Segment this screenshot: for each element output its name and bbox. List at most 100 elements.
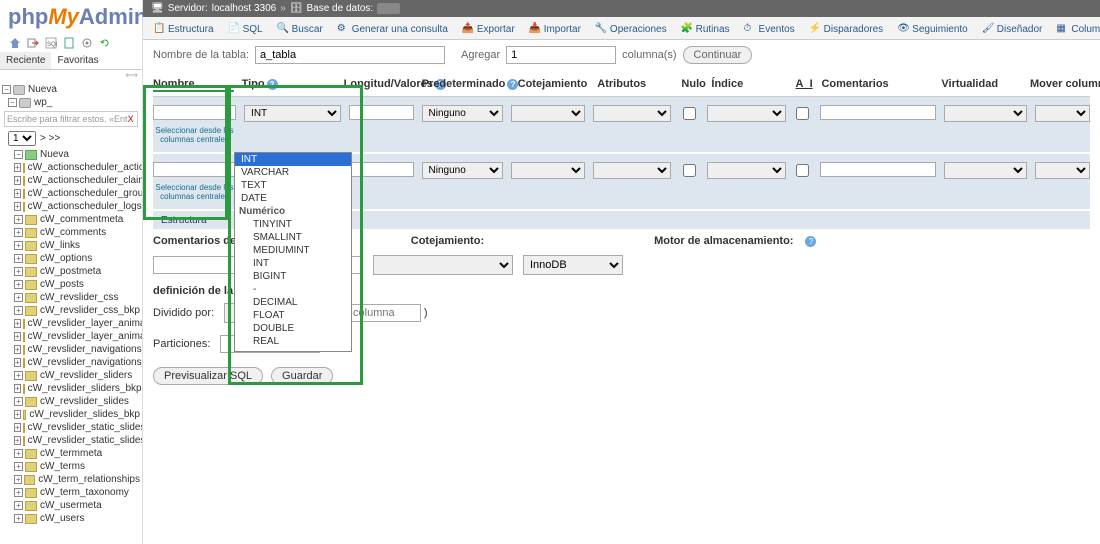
add-columns-input[interactable] bbox=[506, 46, 616, 64]
type-option[interactable]: DECIMAL bbox=[235, 296, 351, 309]
type-option[interactable]: - bbox=[235, 283, 351, 296]
type-option[interactable]: REAL bbox=[235, 335, 351, 348]
type-option[interactable]: BIGINT bbox=[235, 270, 351, 283]
tab-seguimiento[interactable]: 👁Seguimiento bbox=[891, 19, 974, 39]
preview-sql-button[interactable]: Previsualizar SQL bbox=[153, 367, 263, 385]
col-move-select[interactable] bbox=[1035, 105, 1090, 122]
tab-eventos[interactable]: ⏱Eventos bbox=[738, 19, 801, 39]
tree-db[interactable]: −wp_ bbox=[0, 96, 142, 109]
tree-table[interactable]: +cW_actionscheduler_action bbox=[0, 161, 142, 174]
refresh-icon[interactable] bbox=[98, 36, 112, 50]
tree-table[interactable]: +cW_term_relationships bbox=[0, 473, 142, 486]
tab-sql[interactable]: 📄SQL bbox=[222, 19, 269, 39]
type-option[interactable]: DATE bbox=[235, 192, 351, 205]
tab-columnas-centrales[interactable]: ▦Columnas centrales bbox=[1050, 19, 1100, 39]
col-virtual-select[interactable] bbox=[944, 105, 1027, 122]
tree-table[interactable]: +cW_revslider_slides_bkp bbox=[0, 408, 142, 421]
col-attr-select[interactable] bbox=[593, 162, 671, 179]
tree-new-table[interactable]: −Nueva bbox=[0, 148, 142, 161]
tree-table[interactable]: +cW_revslider_navigations bbox=[0, 343, 142, 356]
table-name-input[interactable] bbox=[255, 46, 445, 64]
tree-table[interactable]: +cW_revslider_static_slides bbox=[0, 434, 142, 447]
home-icon[interactable] bbox=[8, 36, 22, 50]
tree-table[interactable]: +cW_revslider_sliders bbox=[0, 369, 142, 382]
tab-operaciones[interactable]: 🔧Operaciones bbox=[589, 19, 673, 39]
type-option[interactable]: INT bbox=[235, 257, 351, 270]
tab-favorites[interactable]: Favoritas bbox=[51, 52, 104, 69]
tree-table[interactable]: +cW_posts bbox=[0, 278, 142, 291]
collapse-handle[interactable]: ⟺ bbox=[0, 70, 142, 81]
tab-exportar[interactable]: 📤Exportar bbox=[456, 19, 521, 39]
logout-icon[interactable] bbox=[26, 36, 40, 50]
central-cols-link[interactable]: Seleccionar desde las columnas centrales bbox=[153, 126, 236, 144]
tree-table[interactable]: +cW_actionscheduler_logs bbox=[0, 200, 142, 213]
col-ai-checkbox[interactable] bbox=[796, 107, 809, 120]
type-option[interactable]: DOUBLE bbox=[235, 322, 351, 335]
partition-expr-input[interactable] bbox=[341, 304, 421, 322]
type-option[interactable]: INT bbox=[235, 153, 351, 166]
tree-table[interactable]: +cW_comments bbox=[0, 226, 142, 239]
tree-table[interactable]: +cW_options bbox=[0, 252, 142, 265]
engine-select[interactable]: InnoDB bbox=[523, 255, 623, 275]
server-link[interactable]: localhost 3306 bbox=[212, 3, 277, 14]
central-cols-link[interactable]: Seleccionar desde las columnas centrales bbox=[153, 183, 236, 201]
tree-table[interactable]: +cW_terms bbox=[0, 460, 142, 473]
tree-table[interactable]: +cW_term_taxonomy bbox=[0, 486, 142, 499]
type-option[interactable]: - bbox=[235, 348, 351, 352]
col-name-input[interactable] bbox=[153, 105, 236, 120]
tree-table[interactable]: +cW_postmeta bbox=[0, 265, 142, 278]
type-dropdown[interactable]: INTVARCHARTEXTDATENuméricoTINYINTSMALLIN… bbox=[234, 152, 352, 352]
tree-table[interactable]: +cW_actionscheduler_claim bbox=[0, 174, 142, 187]
type-option[interactable]: TEXT bbox=[235, 179, 351, 192]
continue-button[interactable]: Continuar bbox=[683, 46, 753, 64]
docs-icon[interactable] bbox=[62, 36, 76, 50]
tree-table[interactable]: +cW_commentmeta bbox=[0, 213, 142, 226]
tree-table[interactable]: +cW_revslider_sliders_bkp bbox=[0, 382, 142, 395]
tab-rutinas[interactable]: 🧩Rutinas bbox=[675, 19, 736, 39]
col-index-select[interactable] bbox=[707, 162, 785, 179]
tab-importar[interactable]: 📥Importar bbox=[523, 19, 587, 39]
tree-table[interactable]: +cW_revslider_css bbox=[0, 291, 142, 304]
tree-table[interactable]: +cW_users bbox=[0, 512, 142, 525]
help-icon[interactable]: ? bbox=[267, 79, 278, 90]
tab-recent[interactable]: Reciente bbox=[0, 52, 51, 69]
col-length-input[interactable] bbox=[349, 105, 414, 120]
tree-table[interactable]: +cW_revslider_layer_animat bbox=[0, 330, 142, 343]
tab-diseñador[interactable]: 🖌Diseñador bbox=[976, 19, 1049, 39]
type-option[interactable]: TINYINT bbox=[235, 218, 351, 231]
col-type-select[interactable]: INT bbox=[244, 105, 341, 122]
tree-table[interactable]: +cW_revslider_navigations_ bbox=[0, 356, 142, 369]
col-length-input[interactable] bbox=[349, 162, 414, 177]
type-option[interactable]: VARCHAR bbox=[235, 166, 351, 179]
tree-table[interactable]: +cW_revslider_static_slides bbox=[0, 421, 142, 434]
col-default-select[interactable]: Ninguno bbox=[422, 162, 503, 179]
tree-table[interactable]: +cW_revslider_slides bbox=[0, 395, 142, 408]
col-comment-input[interactable] bbox=[820, 162, 935, 177]
tab-estructura[interactable]: 📋Estructura bbox=[147, 19, 220, 39]
structure-link[interactable]: Estructura bbox=[157, 213, 211, 228]
col-null-checkbox[interactable] bbox=[683, 107, 696, 120]
col-virtual-select[interactable] bbox=[944, 162, 1027, 179]
col-collation-select[interactable] bbox=[511, 162, 585, 179]
tree-table[interactable]: +cW_revslider_css_bkp bbox=[0, 304, 142, 317]
save-button[interactable]: Guardar bbox=[271, 367, 333, 385]
col-default-select[interactable]: Ninguno bbox=[422, 105, 503, 122]
type-option[interactable]: FLOAT bbox=[235, 309, 351, 322]
help-icon[interactable]: ? bbox=[805, 236, 816, 247]
col-attr-select[interactable] bbox=[593, 105, 671, 122]
gear-icon[interactable] bbox=[80, 36, 94, 50]
col-index-select[interactable] bbox=[707, 105, 785, 122]
type-option[interactable]: SMALLINT bbox=[235, 231, 351, 244]
tree-table[interactable]: +cW_usermeta bbox=[0, 499, 142, 512]
tree-table[interactable]: +cW_links bbox=[0, 239, 142, 252]
tab-buscar[interactable]: 🔍Buscar bbox=[271, 19, 329, 39]
col-collation-select[interactable] bbox=[511, 105, 585, 122]
col-comment-input[interactable] bbox=[820, 105, 935, 120]
tree-filter[interactable]: Escribe para filtrar estos. «EntX bbox=[4, 111, 138, 127]
page-select[interactable]: 1 bbox=[8, 131, 36, 146]
page-next[interactable]: > >> bbox=[40, 133, 60, 144]
tree-table[interactable]: +cW_termmeta bbox=[0, 447, 142, 460]
table-collation-select[interactable] bbox=[373, 255, 513, 275]
col-null-checkbox[interactable] bbox=[683, 164, 696, 177]
tree-table[interactable]: +cW_revslider_layer_animat bbox=[0, 317, 142, 330]
